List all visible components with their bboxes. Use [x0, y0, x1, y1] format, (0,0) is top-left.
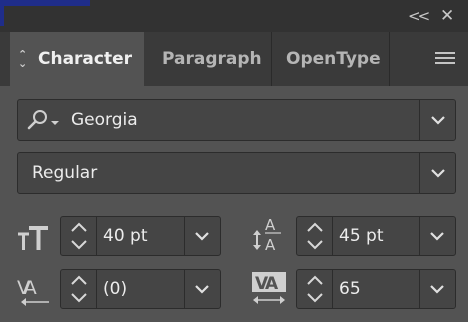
tab-opentype-label: OpenType [286, 49, 381, 69]
leading-field[interactable]: 45 pt [296, 216, 456, 256]
character-panel-content: Georgia Regular 40 pt A A 45 pt VA (0) V… [0, 86, 468, 322]
tracking-stepper[interactable] [297, 270, 333, 308]
stepper-up-down-icon[interactable] [67, 273, 91, 305]
font-size-field[interactable]: 40 pt [60, 216, 221, 256]
chevron-down-icon[interactable] [424, 279, 450, 299]
kerning-icon: VA [17, 277, 49, 306]
field-divider [419, 270, 420, 308]
kerning-field[interactable]: (0) [60, 269, 221, 309]
tab-bar: ⌃ ⌄ Character Paragraph OpenType [0, 32, 468, 86]
tab-paragraph[interactable]: Paragraph [144, 32, 272, 86]
panel-titlebar: << ✕ [0, 0, 468, 32]
tracking-value[interactable]: 65 [339, 270, 361, 308]
svg-text:VA: VA [255, 274, 279, 294]
chevron-down-icon[interactable] [189, 279, 215, 299]
field-divider [184, 270, 185, 308]
font-family-dropdown[interactable]: Georgia [17, 99, 456, 141]
collapse-panel-button[interactable]: << [408, 8, 430, 24]
field-divider [184, 217, 185, 255]
kerning-value[interactable]: (0) [103, 270, 127, 308]
leading-icon: A A [253, 216, 281, 254]
chevron-down-icon[interactable] [423, 110, 453, 130]
search-icon[interactable] [24, 108, 62, 132]
chevron-down-icon[interactable] [189, 226, 215, 246]
svg-text:A: A [265, 216, 276, 234]
tab-paragraph-label: Paragraph [162, 49, 262, 69]
tracking-icon: VA [252, 272, 286, 304]
font-style-dropdown[interactable]: Regular [17, 152, 456, 194]
font-size-value[interactable]: 40 pt [103, 217, 148, 255]
tab-opentype[interactable]: OpenType [272, 32, 390, 86]
background-window-edge [0, 0, 90, 6]
dropdown-divider [419, 153, 420, 193]
hamburger-menu-icon[interactable] [435, 52, 455, 67]
tab-character[interactable]: ⌃ ⌄ Character [10, 32, 144, 86]
svg-text:A: A [265, 236, 276, 254]
tracking-field[interactable]: 65 [296, 269, 456, 309]
close-panel-button[interactable]: ✕ [440, 8, 454, 25]
font-size-stepper[interactable] [61, 217, 97, 255]
leading-value[interactable]: 45 pt [339, 217, 384, 255]
chevron-down-icon[interactable] [423, 163, 453, 183]
stepper-up-down-icon[interactable] [303, 220, 327, 252]
tab-character-label: Character [38, 49, 133, 69]
font-family-value[interactable]: Georgia [71, 100, 138, 140]
reorder-updown-icon: ⌃ ⌄ [18, 48, 28, 70]
dropdown-divider [419, 100, 420, 140]
field-divider [419, 217, 420, 255]
font-size-icon [18, 226, 48, 250]
svg-text:VA: VA [17, 277, 37, 299]
stepper-up-down-icon[interactable] [303, 273, 327, 305]
font-style-value[interactable]: Regular [32, 153, 97, 193]
stepper-up-down-icon[interactable] [67, 220, 91, 252]
kerning-stepper[interactable] [61, 270, 97, 308]
chevron-down-icon[interactable] [424, 226, 450, 246]
background-window-edge-side [0, 0, 4, 26]
leading-stepper[interactable] [297, 217, 333, 255]
